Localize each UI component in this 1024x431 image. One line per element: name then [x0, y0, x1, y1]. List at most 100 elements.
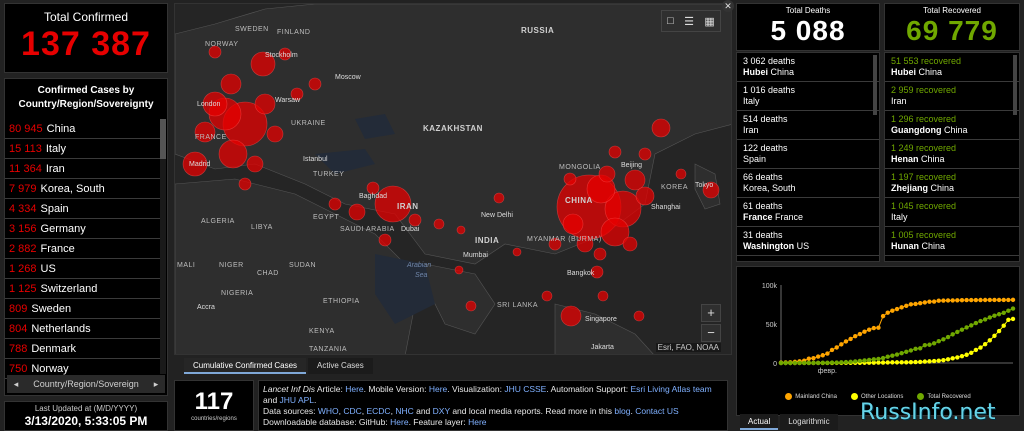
data-point[interactable] — [927, 299, 932, 304]
data-point[interactable] — [866, 327, 872, 332]
deaths-list-item[interactable]: 122 deaths Spain — [737, 140, 879, 169]
data-point[interactable] — [978, 345, 983, 350]
data-point[interactable] — [955, 329, 960, 335]
case-bubble[interactable] — [238, 177, 252, 191]
scrollbar-thumb[interactable] — [160, 119, 166, 159]
data-point[interactable] — [885, 354, 890, 359]
prev-arrow-icon[interactable]: ◂ — [9, 375, 23, 393]
data-point[interactable] — [829, 347, 835, 353]
country-list-item[interactable]: 3 156 Germany — [5, 219, 161, 239]
recovered-scrollbar[interactable] — [1013, 55, 1017, 115]
country-list-item[interactable]: 2 882 France — [5, 239, 161, 259]
data-point[interactable] — [982, 317, 988, 322]
data-point[interactable] — [783, 360, 788, 366]
nhc-link[interactable]: NHC — [395, 406, 413, 416]
data-point[interactable] — [945, 298, 951, 303]
data-point[interactable] — [941, 337, 946, 342]
blog-link[interactable]: blog — [614, 406, 630, 416]
data-point[interactable] — [936, 339, 941, 344]
cdc-link[interactable]: CDC — [343, 406, 361, 416]
data-point[interactable] — [815, 354, 821, 359]
deaths-list-item[interactable]: 61 deaths France France — [737, 198, 879, 227]
case-bubble[interactable] — [633, 310, 645, 322]
data-point[interactable] — [1001, 323, 1006, 328]
data-point[interactable] — [890, 353, 895, 358]
data-point[interactable] — [890, 308, 895, 313]
data-point[interactable] — [927, 342, 932, 347]
case-bubble[interactable] — [456, 225, 466, 235]
case-bubble[interactable] — [675, 168, 687, 180]
feature-layer-link[interactable]: Here — [468, 417, 486, 427]
tab-active-cases[interactable]: Active Cases — [308, 358, 373, 374]
country-list-item[interactable]: 15 113 Italy — [5, 139, 161, 159]
data-point[interactable] — [913, 346, 918, 352]
data-point[interactable] — [936, 358, 941, 363]
data-point[interactable] — [987, 297, 992, 303]
who-link[interactable]: WHO — [318, 406, 339, 416]
article-link[interactable]: Here — [345, 384, 363, 394]
case-bubble[interactable] — [266, 125, 284, 143]
data-point[interactable] — [973, 347, 979, 353]
data-point[interactable] — [899, 305, 904, 310]
data-point[interactable] — [871, 325, 876, 331]
data-point[interactable] — [982, 297, 988, 303]
recovered-list-item[interactable]: 1 197 recovered Zhejiang China — [885, 169, 1019, 198]
country-list-item[interactable]: 11 364 Iran — [5, 159, 161, 179]
case-bubble[interactable] — [408, 213, 422, 227]
data-point[interactable] — [1006, 317, 1011, 322]
data-point[interactable] — [857, 358, 863, 364]
data-point[interactable] — [996, 328, 1002, 334]
data-point[interactable] — [959, 327, 965, 332]
dxy-link[interactable]: DXY — [433, 406, 450, 416]
data-point[interactable] — [1010, 297, 1016, 303]
map-view[interactable]: SWEDEN FINLAND NORWAY RUSSIA Stockholm M… — [174, 3, 732, 355]
case-bubble[interactable] — [433, 218, 445, 230]
data-point[interactable] — [918, 346, 923, 351]
country-list-item[interactable]: 4 334 Spain — [5, 199, 161, 219]
case-bubble[interactable] — [560, 305, 582, 327]
jhu-csse-link[interactable]: JHU CSSE — [504, 384, 546, 394]
legend-item[interactable]: Other Locations — [850, 393, 903, 400]
data-point[interactable] — [839, 360, 844, 365]
data-point[interactable] — [922, 359, 928, 364]
data-point[interactable] — [820, 360, 825, 366]
data-point[interactable] — [876, 356, 881, 362]
data-point[interactable] — [987, 315, 992, 320]
data-point[interactable] — [894, 360, 900, 365]
country-list-item[interactable]: 80 945 China — [5, 119, 161, 139]
data-point[interactable] — [992, 313, 997, 318]
case-bubble[interactable] — [308, 77, 322, 91]
case-bubble[interactable] — [563, 172, 577, 186]
next-arrow-icon[interactable]: ▸ — [149, 375, 163, 393]
deaths-list-item[interactable]: 3 062 deaths Hubei China — [737, 53, 879, 82]
data-point[interactable] — [843, 339, 849, 344]
data-point[interactable] — [802, 360, 807, 366]
data-point[interactable] — [918, 300, 923, 306]
case-bubble[interactable] — [597, 290, 609, 302]
case-bubble[interactable] — [598, 165, 616, 183]
deaths-list-item[interactable]: 31 deaths Washington US — [737, 227, 879, 256]
case-bubble[interactable] — [622, 236, 638, 252]
case-bubble[interactable] — [635, 186, 655, 206]
data-point[interactable] — [913, 301, 918, 307]
data-point[interactable] — [978, 297, 983, 303]
data-point[interactable] — [866, 357, 872, 363]
data-point[interactable] — [834, 345, 839, 350]
data-point[interactable] — [987, 338, 992, 343]
case-bubble[interactable] — [254, 93, 276, 115]
mobile-link[interactable]: Here — [429, 384, 447, 394]
bookmark-icon[interactable]: □ — [667, 15, 674, 27]
data-point[interactable] — [950, 298, 955, 303]
data-point[interactable] — [969, 323, 974, 328]
deaths-scrollbar[interactable] — [873, 55, 877, 115]
data-point[interactable] — [908, 359, 914, 365]
data-point[interactable] — [941, 357, 946, 363]
data-point[interactable] — [996, 297, 1002, 303]
data-point[interactable] — [908, 302, 914, 307]
country-list-item[interactable]: 804 Netherlands — [5, 319, 161, 339]
data-point[interactable] — [829, 360, 835, 365]
case-bubble[interactable] — [378, 233, 392, 247]
legend-item[interactable]: Mainland China — [785, 393, 837, 400]
data-point[interactable] — [871, 357, 876, 362]
case-bubble[interactable] — [348, 203, 366, 221]
